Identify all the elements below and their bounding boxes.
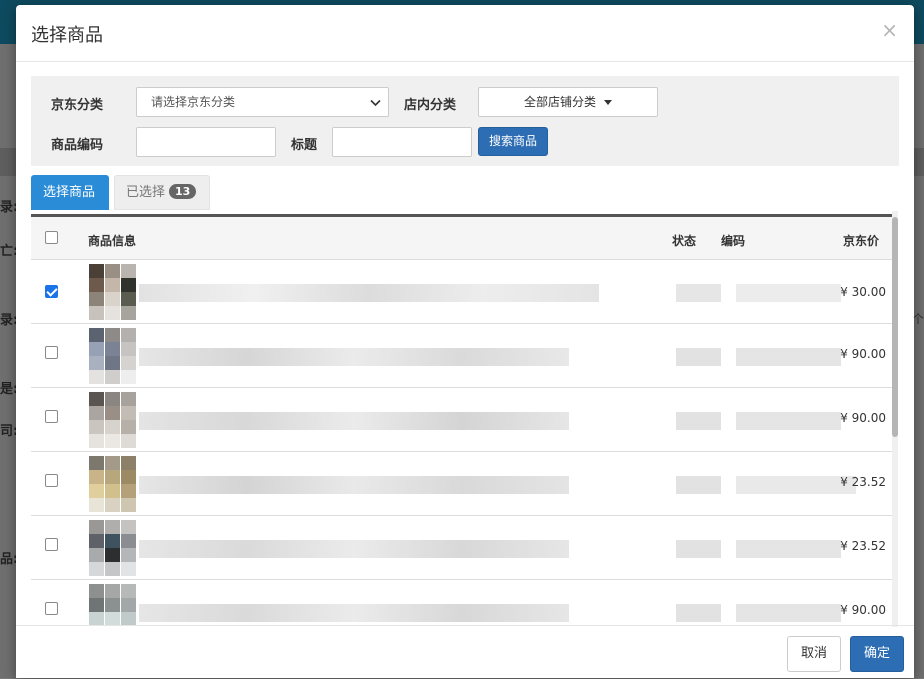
status-obscured [676,540,721,558]
tab-select-products[interactable]: 选择商品 [31,175,109,210]
status-obscured [676,604,721,622]
header-status: 状态 [672,234,697,248]
product-thumbnail [89,264,136,320]
title-input[interactable] [332,127,472,157]
product-price: ¥ 23.52 [840,475,886,489]
product-code-label: 商品编码 [51,138,104,153]
product-code-input[interactable] [136,127,276,157]
product-thumbnail [89,392,136,448]
row-checkbox[interactable] [45,410,58,423]
product-price: ¥ 90.00 [840,603,886,617]
title-label: 标题 [291,138,318,153]
row-checkbox[interactable] [45,285,58,298]
row-checkbox[interactable] [45,538,58,551]
product-price: ¥ 90.00 [840,347,886,361]
product-title-obscured [139,412,569,430]
code-obscured [736,540,841,558]
code-obscured [736,348,841,366]
background-label-fragment: 录: [0,200,19,215]
confirm-button[interactable]: 确定 [850,636,904,672]
table-row[interactable]: ¥ 30.00 [31,260,898,324]
table-header: 商品信息 状态 编码 京东价 [31,217,898,260]
product-thumbnail [89,584,136,627]
search-products-button[interactable]: 搜索商品 [478,127,548,156]
caret-down-icon [604,100,612,105]
close-icon[interactable]: × [881,19,898,41]
table-row[interactable]: ¥ 90.00 [31,324,898,388]
status-obscured [676,412,721,430]
selected-count-badge: 13 [169,184,197,199]
jd-category-label: 京东分类 [51,98,104,113]
row-checkbox[interactable] [45,346,58,359]
table-row[interactable]: ¥ 90.00 [31,388,898,452]
background-label-fragment: 司: [0,424,19,439]
row-checkbox[interactable] [45,602,58,615]
code-obscured [736,476,856,494]
status-obscured [676,348,721,366]
code-obscured [736,284,841,302]
header-product-info: 商品信息 [88,234,137,248]
product-price: ¥ 23.52 [840,539,886,553]
chevron-down-icon [370,88,381,116]
jd-category-value: 请选择京东分类 [151,95,236,109]
store-category-dropdown[interactable]: 全部店铺分类 [478,87,658,117]
code-obscured [736,604,841,622]
product-thumbnail [89,456,136,512]
scrollbar-thumb[interactable] [892,217,898,437]
select-all-checkbox[interactable] [45,231,58,244]
store-category-label: 店内分类 [404,98,457,113]
tab-selected[interactable]: 已选择 13 [114,175,210,210]
product-title-obscured [139,540,569,558]
product-table: 商品信息 状态 编码 京东价 ¥ 30.00 ¥ 90.00 ¥ 90.00 ¥… [31,214,898,627]
header-price: 京东价 [843,234,880,248]
product-thumbnail [89,328,136,384]
jd-category-select[interactable]: 请选择京东分类 [136,87,389,117]
dialog-footer [16,625,914,679]
tab-selected-label: 已选择 [126,185,166,200]
cancel-button[interactable]: 取消 [787,636,841,672]
tab-select-products-label: 选择商品 [43,185,96,200]
store-category-value: 全部店铺分类 [523,95,596,109]
status-obscured [676,476,721,494]
table-row[interactable]: ¥ 23.52 [31,452,898,516]
product-title-obscured [139,476,569,494]
product-title-obscured [139,348,569,366]
row-checkbox[interactable] [45,474,58,487]
table-row[interactable]: ¥ 23.52 [31,516,898,580]
product-title-obscured [139,284,599,302]
select-product-dialog: 选择商品 × 京东分类 请选择京东分类 店内分类 全部店铺分类 商品编码 标题 … [16,5,914,678]
status-obscured [676,284,721,302]
background-label-fragment: 是: [0,382,19,397]
dialog-title: 选择商品 [31,25,103,46]
table-scrollbar[interactable] [892,211,898,627]
product-price: ¥ 30.00 [840,285,886,299]
background-label-fragment: 亡: [0,244,19,259]
table-row[interactable]: ¥ 90.00 [31,580,898,627]
product-thumbnail [89,520,136,576]
code-obscured [736,412,841,430]
header-code: 编码 [721,234,746,248]
background-label-fragment: 录: [0,313,19,328]
background-label-fragment: 品: [0,552,19,567]
filter-panel: 京东分类 请选择京东分类 店内分类 全部店铺分类 商品编码 标题 搜索商品 [31,76,899,166]
product-price: ¥ 90.00 [840,411,886,425]
product-tabs: 选择商品 已选择 13 [31,175,899,213]
dialog-header: 选择商品 × [16,5,914,62]
product-title-obscured [139,604,569,622]
